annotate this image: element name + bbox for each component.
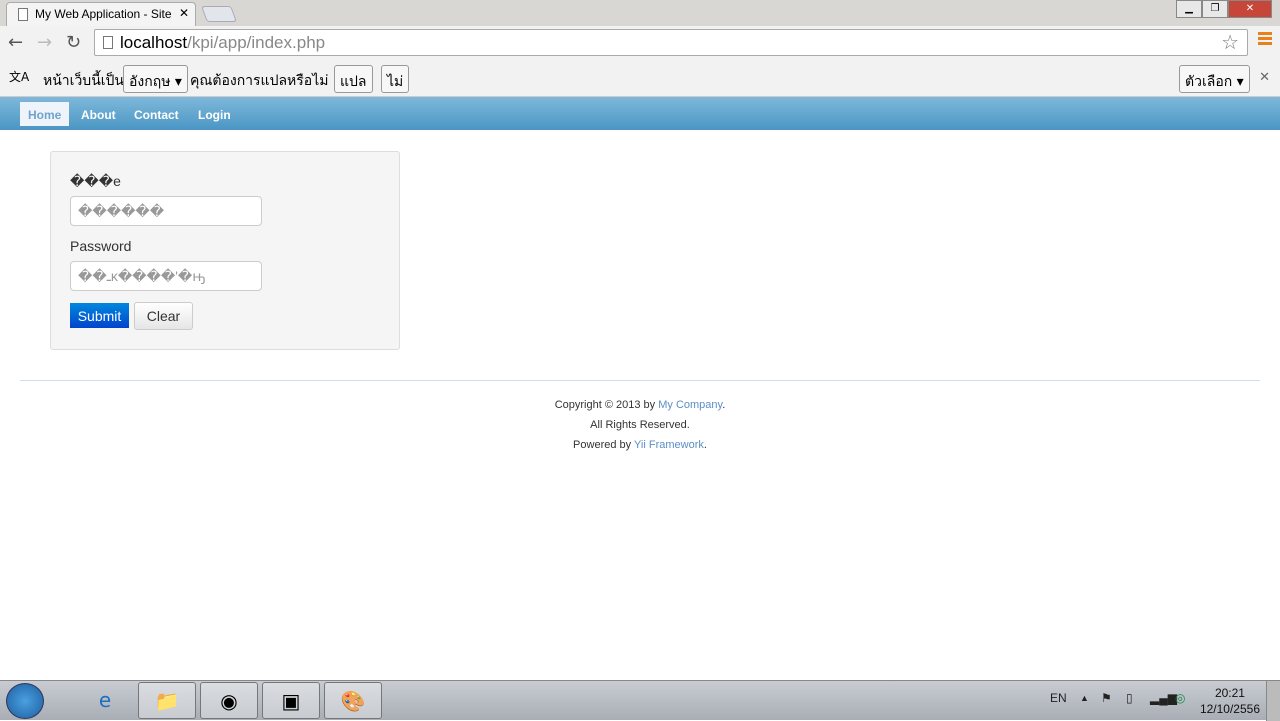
period: .	[722, 399, 726, 411]
network-icon[interactable]: ▂▄▆	[1150, 691, 1177, 705]
options-button[interactable]: ตัวเลือก ▾	[1179, 65, 1250, 93]
clear-button[interactable]: Clear	[134, 302, 193, 330]
reload-icon[interactable]: ↻	[66, 32, 81, 53]
menu-contact[interactable]: Contact	[126, 102, 187, 126]
no-button[interactable]: ไม่	[381, 65, 410, 93]
copyright-text: Copyright © 2013 by	[554, 399, 659, 411]
action-center-icon[interactable]: ⚑	[1101, 691, 1112, 705]
rights-text: All Rights Reserved.	[590, 419, 690, 431]
bookmark-star-icon[interactable]: ☆	[1221, 30, 1239, 55]
tab-strip: My Web Application - Site ✕ ▁ ❐ ✕	[0, 0, 1280, 26]
chrome-icon[interactable]: ◉	[200, 682, 258, 719]
login-form: ���e Password Submit Clear	[50, 151, 400, 350]
browser-tab[interactable]: My Web Application - Site ✕	[6, 2, 196, 26]
virtualbox-icon[interactable]: ▣	[262, 682, 320, 719]
translate-text: หน้าเว็บนี้เป็น	[43, 73, 125, 89]
username-input[interactable]	[70, 196, 262, 226]
show-desktop-button[interactable]	[1266, 681, 1280, 721]
page-icon	[103, 36, 113, 49]
battery-icon[interactable]: ▯	[1126, 691, 1133, 705]
powered-text: Powered by	[573, 439, 634, 451]
new-tab-button[interactable]	[201, 6, 237, 22]
password-label: Password	[70, 238, 132, 254]
show-hidden-icons[interactable]: ▲	[1080, 693, 1089, 703]
close-icon[interactable]: ✕	[1259, 70, 1270, 85]
back-icon[interactable]: ←	[8, 32, 23, 53]
browser-toolbar: ← → ↻ localhost/kpi/app/index.php ☆	[0, 26, 1280, 60]
paint-icon[interactable]: 🎨	[324, 682, 382, 719]
clock[interactable]: 20:21 12/10/2556	[1200, 685, 1260, 717]
language-indicator[interactable]: EN	[1050, 691, 1067, 705]
address-bar[interactable]: localhost/kpi/app/index.php ☆	[94, 29, 1248, 56]
translate-button[interactable]: แปล	[334, 65, 373, 93]
translate-question: คุณต้องการแปลหรือไม่	[190, 73, 329, 89]
close-tab-icon[interactable]: ✕	[179, 6, 189, 20]
language-select[interactable]: อังกฤษ ▾	[123, 65, 188, 93]
company-link[interactable]: My Company	[658, 399, 722, 411]
period: .	[703, 439, 707, 451]
password-input[interactable]	[70, 261, 262, 291]
start-button[interactable]	[6, 683, 44, 719]
menu-icon[interactable]	[1258, 32, 1272, 47]
submit-button[interactable]: Submit	[70, 303, 129, 328]
ie-icon[interactable]: e	[76, 682, 134, 719]
menu-login[interactable]: Login	[190, 102, 239, 126]
minimize-button[interactable]: ▁	[1176, 0, 1202, 18]
tab-title: My Web Application - Site	[35, 7, 172, 21]
url-host: localhost	[120, 33, 188, 52]
url-path: /kpi/app/index.php	[187, 33, 326, 52]
app-tray-icon[interactable]: ◎	[1175, 691, 1185, 705]
restore-button[interactable]: ❐	[1202, 0, 1228, 18]
page-icon	[18, 8, 28, 21]
forward-icon[interactable]: →	[37, 32, 52, 53]
taskbar: e 📁 ◉ ▣ 🎨 EN ▲ ⚑ ▯ ▂▄▆ ◎ 20:21 12/10/2556	[0, 680, 1280, 721]
main-menu: Home About Contact Login	[0, 97, 1280, 130]
menu-about[interactable]: About	[73, 102, 124, 126]
translate-icon: 文A	[9, 70, 30, 84]
translate-bar: 文A หน้าเว็บนี้เป็น อังกฤษ ▾ คุณต้องการแป…	[0, 60, 1280, 97]
footer: Copyright © 2013 by My Company. All Righ…	[0, 395, 1280, 455]
yii-link[interactable]: Yii Framework	[634, 439, 704, 451]
menu-home[interactable]: Home	[20, 102, 70, 126]
explorer-icon[interactable]: 📁	[138, 682, 196, 719]
divider	[20, 380, 1260, 381]
window-close-button[interactable]: ✕	[1228, 0, 1272, 18]
username-label: ���e	[70, 173, 121, 189]
